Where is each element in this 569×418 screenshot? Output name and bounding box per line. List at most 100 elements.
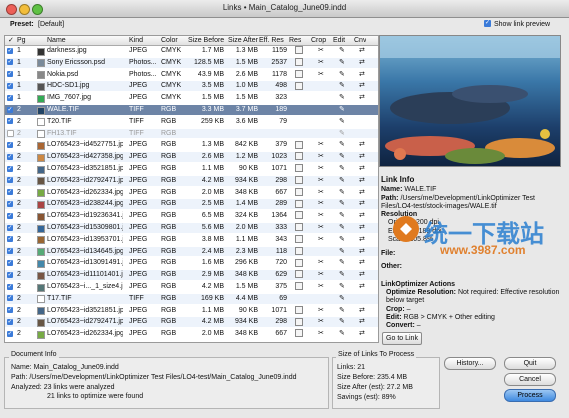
row-checkbox[interactable]: ✓ <box>7 177 13 184</box>
edit-icon[interactable]: ✎ <box>339 199 345 209</box>
row-checkbox[interactable]: ✓ <box>7 141 13 148</box>
column-header[interactable]: Color <box>161 36 178 45</box>
convert-icon[interactable]: ⇄ <box>359 199 365 209</box>
convert-icon[interactable]: ⇄ <box>359 152 365 162</box>
resample-checkbox[interactable] <box>295 164 303 174</box>
crop-icon[interactable]: ✂ <box>318 70 324 80</box>
edit-icon[interactable]: ✎ <box>339 58 345 68</box>
edit-icon[interactable]: ✎ <box>339 235 345 245</box>
crop-icon[interactable]: ✂ <box>318 211 324 221</box>
crop-icon[interactable]: ✂ <box>318 164 324 174</box>
column-header[interactable]: Res <box>289 36 301 45</box>
edit-icon[interactable]: ✎ <box>339 93 345 103</box>
crop-icon[interactable]: ✂ <box>318 46 324 56</box>
resample-checkbox[interactable] <box>295 223 303 233</box>
edit-icon[interactable]: ✎ <box>339 152 345 162</box>
row-checkbox[interactable]: ✓ <box>7 283 13 290</box>
table-row[interactable]: ✓ 1 HDC-SD1.jpg JPEG CMYK 3.5 MB 1.0 MB 498 ✎ ⇄ <box>5 81 378 92</box>
resample-checkbox[interactable] <box>295 152 303 162</box>
edit-icon[interactable]: ✎ <box>339 247 345 257</box>
go-to-link-button[interactable]: Go to Link <box>382 332 422 345</box>
row-checkbox[interactable]: ✓ <box>7 82 13 89</box>
resample-checkbox[interactable] <box>295 317 303 327</box>
resample-checkbox[interactable] <box>295 187 303 198</box>
column-header[interactable]: Name <box>47 36 66 45</box>
convert-icon[interactable]: ⇄ <box>359 306 365 316</box>
row-checkbox[interactable]: ✓ <box>7 200 13 207</box>
table-row[interactable]: ✓ 2 LO765423~id134645.jpg JPEG RGB 2.4 MB 2.3 … <box>5 246 378 257</box>
row-checkbox[interactable]: ✓ <box>7 165 13 172</box>
table-row[interactable]: ✓ 2 LO765423~id2792471.jpg JPEG RGB 4.2 MB 934… <box>5 175 378 186</box>
edit-icon[interactable]: ✎ <box>339 329 345 339</box>
edit-icon[interactable]: ✎ <box>339 117 345 127</box>
convert-icon[interactable]: ⇄ <box>359 140 365 150</box>
resample-checkbox[interactable] <box>295 305 303 316</box>
column-header[interactable]: ✓ <box>8 36 14 45</box>
resample-checkbox[interactable] <box>295 329 303 339</box>
table-row[interactable]: ✓ 2 T17.TIF TIFF RGB 169 KB 4.4 MB 69 ✎ <box>5 293 378 304</box>
edit-icon[interactable]: ✎ <box>339 188 345 198</box>
quit-button[interactable]: Quit <box>504 357 556 370</box>
row-checkbox[interactable]: ✓ <box>7 295 13 302</box>
table-row[interactable]: ✓ 2 LO765423~id427358.jpg JPEG RGB 2.6 MB 1.2 … <box>5 152 378 162</box>
column-header[interactable]: Crop <box>311 36 326 45</box>
row-checkbox[interactable]: ✓ <box>7 47 13 54</box>
edit-icon[interactable]: ✎ <box>339 129 345 139</box>
table-row[interactable]: 2 FH13.TIF TIFF RGB ✎ <box>5 128 378 139</box>
convert-icon[interactable]: ⇄ <box>359 188 365 198</box>
convert-icon[interactable]: ⇄ <box>359 58 365 68</box>
table-row[interactable]: ✓ 2 LO765423~id4527751.jpg JPEG RGB 1.3 MB 842… <box>5 140 378 150</box>
convert-icon[interactable]: ⇄ <box>359 211 365 221</box>
row-checkbox[interactable]: ✓ <box>7 271 13 278</box>
convert-icon[interactable]: ⇄ <box>359 329 365 339</box>
edit-icon[interactable]: ✎ <box>339 176 345 186</box>
row-checkbox[interactable]: ✓ <box>7 118 13 125</box>
convert-icon[interactable]: ⇄ <box>359 317 365 327</box>
table-row[interactable]: ✓ 2 LO765423~id11101401.jpg JPEG RGB 2.9 MB 34… <box>5 270 378 280</box>
table-row[interactable]: ✓ 1 darkness.jpg JPEG CMYK 1.7 MB 1.3 MB 1159 ✂ ✎… <box>5 46 378 56</box>
crop-icon[interactable]: ✂ <box>318 140 324 150</box>
convert-icon[interactable]: ⇄ <box>359 282 365 292</box>
row-checkbox[interactable]: ✓ <box>7 212 13 219</box>
convert-icon[interactable]: ⇄ <box>359 270 365 280</box>
table-row[interactable]: ✓ 2 LO765423~id15309801.jpg JPEG RGB 5.6 MB 2.… <box>5 223 378 233</box>
row-checkbox[interactable]: ✓ <box>7 71 13 78</box>
edit-icon[interactable]: ✎ <box>339 164 345 174</box>
table-row[interactable]: ✓ 1 Nokia.psd Photos... CMYK 43.9 MB 2.6 MB 117… <box>5 69 378 80</box>
table-row[interactable]: ✓ 2 LO765423~id13953701.jpg JPEG RGB 3.8 MB 1.… <box>5 234 378 245</box>
crop-icon[interactable]: ✂ <box>318 258 324 268</box>
table-row[interactable]: ✓ 2 LO765423~id238244.jpg JPEG RGB 2.5 MB 1.4 … <box>5 199 378 210</box>
resample-checkbox[interactable] <box>295 140 303 150</box>
edit-icon[interactable]: ✎ <box>339 105 345 115</box>
crop-icon[interactable]: ✂ <box>318 199 324 209</box>
table-row[interactable]: ✓ 2 LO765423~id262334.jpg JPEG RGB 2.0 MB 348 … <box>5 329 378 339</box>
resample-checkbox[interactable] <box>295 199 303 209</box>
crop-icon[interactable]: ✂ <box>318 306 324 316</box>
crop-icon[interactable]: ✂ <box>318 270 324 280</box>
convert-icon[interactable]: ⇄ <box>359 164 365 174</box>
row-checkbox[interactable]: ✓ <box>7 236 13 243</box>
column-header[interactable]: Size After <box>228 36 258 45</box>
edit-icon[interactable]: ✎ <box>339 306 345 316</box>
edit-icon[interactable]: ✎ <box>339 46 345 56</box>
row-checkbox[interactable]: ✓ <box>7 59 13 66</box>
resample-checkbox[interactable] <box>295 234 303 245</box>
row-checkbox[interactable]: ✓ <box>7 224 13 231</box>
row-checkbox[interactable]: ✓ <box>7 318 13 325</box>
row-checkbox[interactable]: ✓ <box>7 248 13 255</box>
crop-icon[interactable]: ✂ <box>318 58 324 68</box>
column-header[interactable]: Edit <box>333 36 345 45</box>
edit-icon[interactable]: ✎ <box>339 140 345 150</box>
row-checkbox[interactable]: ✓ <box>7 153 13 160</box>
resample-checkbox[interactable] <box>295 211 303 221</box>
table-row[interactable]: ✓ 2 LO765423~id3521851.jpg JPEG RGB 1.1 MB 90 … <box>5 164 378 174</box>
convert-icon[interactable]: ⇄ <box>359 46 365 56</box>
resample-checkbox[interactable] <box>295 258 303 268</box>
preset-select[interactable]: [Default] <box>38 21 64 28</box>
edit-icon[interactable]: ✎ <box>339 270 345 280</box>
convert-icon[interactable]: ⇄ <box>359 176 365 186</box>
edit-icon[interactable]: ✎ <box>339 317 345 327</box>
crop-icon[interactable]: ✂ <box>318 282 324 292</box>
crop-icon[interactable]: ✂ <box>318 317 324 327</box>
column-header[interactable]: Pg <box>17 36 26 45</box>
